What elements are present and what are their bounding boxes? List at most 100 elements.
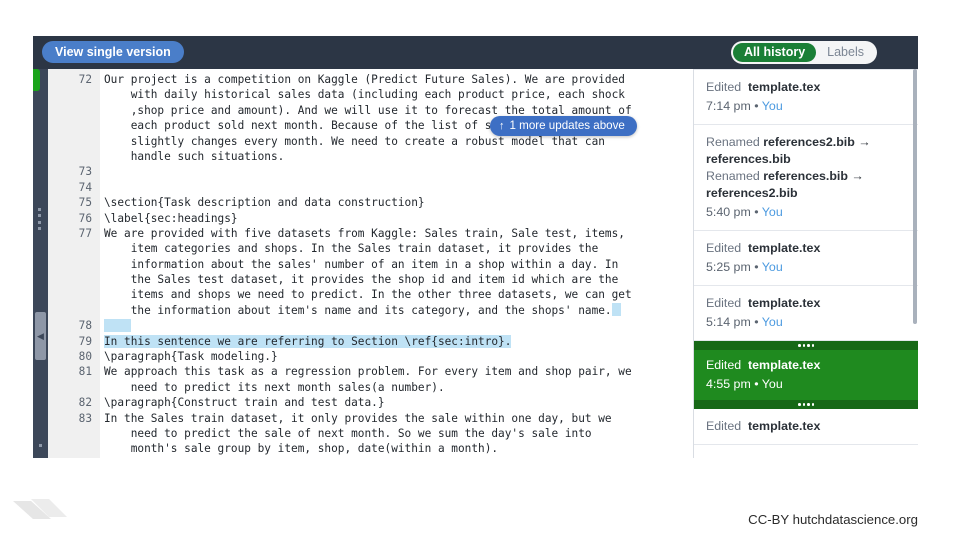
hutch-logo	[13, 499, 67, 519]
history-entry[interactable]: Edited template.tex 5:14 pm • You	[694, 286, 918, 341]
history-meta: 5:14 pm • You	[706, 313, 905, 331]
line-number: 74	[78, 180, 92, 194]
history-entry[interactable]: Edited template.tex 7:14 pm • You	[694, 69, 918, 125]
operation-file-to: references2.bib	[706, 186, 798, 200]
code-line[interactable]: 82 \paragraph{Construct train and test da…	[48, 395, 693, 410]
line-number: 82	[78, 396, 92, 410]
more-updates-label: 1 more updates above	[509, 119, 625, 132]
code-line[interactable]: 76 \label{sec:headings}	[48, 211, 693, 226]
rail-bottom-dot-icon	[39, 444, 42, 447]
history-timestamp: 5:14 pm	[706, 315, 751, 329]
history-author[interactable]: You	[762, 377, 783, 391]
line-number: 77	[78, 226, 92, 240]
code-line[interactable]: need to predict its next month sales(a n…	[48, 380, 693, 395]
history-timestamp: 5:40 pm	[706, 205, 751, 219]
history-operation: Renamed references.bib → references2.bib	[706, 168, 905, 202]
arrow-up-icon: ↑	[499, 120, 505, 132]
history-operation: Edited template.tex	[706, 357, 905, 374]
history-operation: Edited template.tex	[706, 240, 905, 257]
history-entry[interactable]: Renamed references2.bib → references.bib…	[694, 125, 918, 231]
line-number: 83	[78, 411, 92, 425]
tab-all-history[interactable]: All history	[733, 43, 817, 62]
code-line[interactable]: 74	[48, 180, 693, 195]
history-operation: Edited template.tex	[706, 79, 905, 96]
history-scrollbar[interactable]	[912, 69, 918, 458]
line-text: Our project is a competition on Kaggle (…	[104, 73, 625, 86]
collapse-panel-chevron-left-icon[interactable]: ◀	[35, 312, 46, 360]
history-list[interactable]: Edited template.tex 7:14 pm • You Renamed …	[694, 69, 918, 445]
line-text: \paragraph{Task modeling.}	[104, 350, 278, 364]
line-text: need to predict its next month sales(a n…	[104, 380, 445, 394]
line-number: 79	[78, 334, 92, 348]
tab-labels[interactable]: Labels	[816, 43, 875, 62]
code-line[interactable]: 75 \section{Task description and data con…	[48, 195, 693, 210]
file-change-marker	[33, 69, 40, 91]
rail-drag-handle[interactable]	[38, 208, 41, 230]
history-entry[interactable]: Edited template.tex	[694, 409, 918, 445]
history-author[interactable]: You	[762, 205, 783, 219]
meta-separator-icon: •	[754, 205, 759, 219]
history-toolbar: View single version All history Labels	[33, 36, 918, 69]
operation-label: Renamed	[706, 135, 760, 149]
meta-separator-icon: •	[754, 315, 759, 329]
history-author[interactable]: You	[762, 260, 783, 274]
operation-label: Edited	[706, 80, 742, 94]
overleaf-history-window: View single version All history Labels ◀…	[33, 36, 918, 458]
view-single-version-button[interactable]: View single version	[42, 41, 184, 63]
code-line[interactable]: 81 We approach this task as a regression …	[48, 364, 693, 379]
history-entry[interactable]: Edited template.tex 4:55 pm • You	[694, 341, 918, 409]
code-line[interactable]: items and shops we need to predict. In t…	[48, 287, 693, 302]
operation-file-to: references.bib	[706, 152, 791, 166]
code-line[interactable]: 72 Our project is a competition on Kaggle…	[48, 72, 693, 87]
line-text: We approach this task as a regression pr…	[104, 365, 632, 379]
line-text: item categories and shops. In the Sales …	[104, 242, 599, 256]
code-line[interactable]: need to predict the sale of next month. …	[48, 426, 693, 441]
history-meta: 5:25 pm • You	[706, 258, 905, 276]
operation-file-from: references2.bib	[763, 135, 855, 149]
code-line[interactable]: 83 In the Sales train dataset, it only pr…	[48, 411, 693, 426]
code-line[interactable]: 73	[48, 164, 693, 179]
history-entry[interactable]: Edited template.tex 5:25 pm • You	[694, 231, 918, 286]
code-line[interactable]: month's sale group by item, shop, date(w…	[48, 441, 693, 456]
code-line[interactable]: handle such situations.	[48, 149, 693, 164]
line-text: the Sales test dataset, it provides the …	[104, 273, 619, 287]
code-line[interactable]: 80 \paragraph{Task modeling.}	[48, 349, 693, 364]
line-number: 75	[78, 196, 92, 210]
history-entries-panel[interactable]: Edited template.tex 7:14 pm • You Renamed …	[693, 69, 918, 458]
operation-file: template.tex	[748, 296, 821, 310]
history-operation: Edited template.tex	[706, 295, 905, 312]
more-updates-above-badge[interactable]: ↑ 1 more updates above	[490, 116, 637, 136]
code-line[interactable]: item categories and shops. In the Sales …	[48, 241, 693, 256]
meta-separator-icon: •	[754, 260, 759, 274]
operation-file: template.tex	[748, 80, 821, 94]
history-author[interactable]: You	[762, 99, 783, 113]
history-timestamp: 4:55 pm	[706, 377, 751, 391]
history-scrollbar-thumb[interactable]	[913, 69, 917, 324]
rename-arrow-icon: →	[851, 169, 864, 183]
history-timestamp: 7:14 pm	[706, 99, 751, 113]
range-drag-handle-top[interactable]	[694, 341, 918, 350]
code-line[interactable]: with daily historical sales data (includ…	[48, 87, 693, 102]
line-text: We are provided with five datasets from …	[104, 226, 625, 240]
range-drag-handle-bottom[interactable]	[694, 400, 918, 409]
line-number: 80	[78, 350, 92, 364]
operation-label: Edited	[706, 296, 742, 310]
code-line[interactable]: 79 In this sentence we are referring to S…	[48, 334, 693, 349]
code-line[interactable]: 78	[48, 318, 693, 333]
code-line[interactable]: the information about item's name and it…	[48, 302, 693, 318]
code-editor[interactable]: 72 Our project is a competition on Kaggle…	[48, 69, 693, 458]
history-meta: 4:55 pm • You	[706, 375, 905, 393]
code-line[interactable]: information about the sales' number of a…	[48, 257, 693, 272]
operation-label: Edited	[706, 419, 742, 433]
operation-label: Edited	[706, 358, 742, 372]
history-mode-toggle[interactable]: All history Labels	[731, 41, 877, 64]
operation-file: template.tex	[748, 358, 821, 372]
code-line[interactable]: the Sales test dataset, it provides the …	[48, 272, 693, 287]
rename-arrow-icon: →	[858, 135, 871, 149]
history-author[interactable]: You	[762, 315, 783, 329]
editor-left-rail: ◀	[33, 69, 48, 458]
code-line[interactable]: 77 We are provided with five datasets fro…	[48, 226, 693, 241]
line-number: 76	[78, 211, 92, 225]
line-text: In the Sales train dataset, it only prov…	[104, 411, 612, 425]
operation-file-from: references.bib	[763, 169, 848, 183]
